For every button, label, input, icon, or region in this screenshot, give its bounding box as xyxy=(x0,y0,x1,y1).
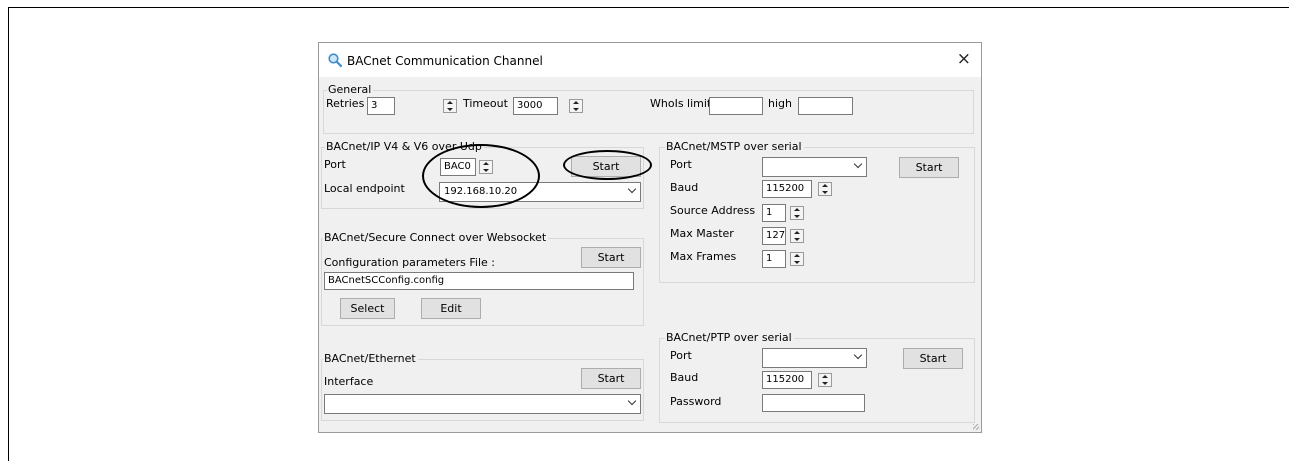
window-title: BACnet Communication Channel xyxy=(347,54,543,68)
sc-config-file-field[interactable]: BACnetSCConfig.config xyxy=(324,272,634,290)
ethernet-legend: BACnet/Ethernet xyxy=(323,352,418,365)
mstp-port-select[interactable] xyxy=(762,157,867,177)
ptp-start-button[interactable]: Start xyxy=(903,348,963,369)
mstp-start-button[interactable]: Start xyxy=(899,157,959,178)
title-bar: BACnet Communication Channel × xyxy=(319,43,981,77)
chevron-down-icon xyxy=(853,159,863,169)
max-frames-label: Max Frames xyxy=(670,250,737,263)
mstp-legend: BACnet/MSTP over serial xyxy=(665,140,804,153)
start-highlight-ellipse xyxy=(563,150,652,180)
ptp-group: BACnet/PTP over serial Port Start Baud 1… xyxy=(659,331,975,423)
ethernet-start-button[interactable]: Start xyxy=(581,368,641,389)
sc-legend: BACnet/Secure Connect over Websocket xyxy=(323,231,549,244)
timeout-label: Timeout xyxy=(463,97,508,110)
password-field[interactable] xyxy=(762,394,865,412)
whois-high-field[interactable] xyxy=(798,97,853,115)
ptp-baud-stepper[interactable] xyxy=(818,373,832,387)
interface-select[interactable] xyxy=(324,394,641,414)
source-address-field[interactable]: 1 xyxy=(762,204,786,222)
max-master-label: Max Master xyxy=(670,227,734,240)
ip-port-label: Port xyxy=(324,158,346,171)
port-highlight-ellipse xyxy=(422,144,540,208)
timeout-stepper[interactable] xyxy=(569,99,583,113)
chevron-down-icon xyxy=(627,396,637,406)
source-address-stepper[interactable] xyxy=(790,206,804,220)
search-icon xyxy=(328,53,343,68)
ptp-port-select[interactable] xyxy=(762,348,867,368)
sc-start-button[interactable]: Start xyxy=(581,247,641,268)
chevron-down-icon xyxy=(853,350,863,360)
max-frames-field[interactable]: 1 xyxy=(762,250,786,268)
ptp-port-label: Port xyxy=(670,349,692,362)
retries-stepper[interactable] xyxy=(443,99,457,113)
local-endpoint-label: Local endpoint xyxy=(324,182,405,195)
mstp-baud-field[interactable]: 115200 xyxy=(762,180,812,198)
whois-low-field[interactable] xyxy=(709,97,763,115)
sc-config-label: Configuration parameters File : xyxy=(324,256,496,269)
timeout-field[interactable]: 3000 xyxy=(513,97,558,115)
whois-high-label: high xyxy=(768,97,792,110)
max-master-stepper[interactable] xyxy=(790,229,804,243)
close-icon[interactable]: × xyxy=(957,49,971,69)
retries-field[interactable]: 3 xyxy=(367,97,395,115)
interface-label: Interface xyxy=(324,375,374,388)
ptp-baud-label: Baud xyxy=(670,371,699,384)
edit-button[interactable]: Edit xyxy=(421,298,481,319)
retries-label: Retries xyxy=(326,97,365,110)
mstp-baud-stepper[interactable] xyxy=(818,182,832,196)
password-label: Password xyxy=(670,395,722,408)
mstp-port-label: Port xyxy=(670,158,692,171)
chevron-down-icon xyxy=(627,184,637,194)
ptp-legend: BACnet/PTP over serial xyxy=(665,331,794,344)
resize-grip-icon[interactable] xyxy=(973,424,979,430)
general-group: General Retries 3 Timeout 3000 WhoIs lim… xyxy=(323,83,974,134)
sc-group: BACnet/Secure Connect over Websocket Con… xyxy=(321,231,644,326)
ethernet-group: BACnet/Ethernet Interface Start xyxy=(321,352,644,421)
mstp-baud-label: Baud xyxy=(670,181,699,194)
ptp-baud-field[interactable]: 115200 xyxy=(762,371,812,389)
source-address-label: Source Address xyxy=(670,204,756,217)
general-legend: General xyxy=(327,83,374,96)
bacnet-channel-dialog: BACnet Communication Channel × General R… xyxy=(318,42,982,433)
max-master-field[interactable]: 127 xyxy=(762,227,786,245)
max-frames-stepper[interactable] xyxy=(790,252,804,266)
select-button[interactable]: Select xyxy=(340,298,395,319)
mstp-group: BACnet/MSTP over serial Port Start Baud … xyxy=(659,140,975,283)
